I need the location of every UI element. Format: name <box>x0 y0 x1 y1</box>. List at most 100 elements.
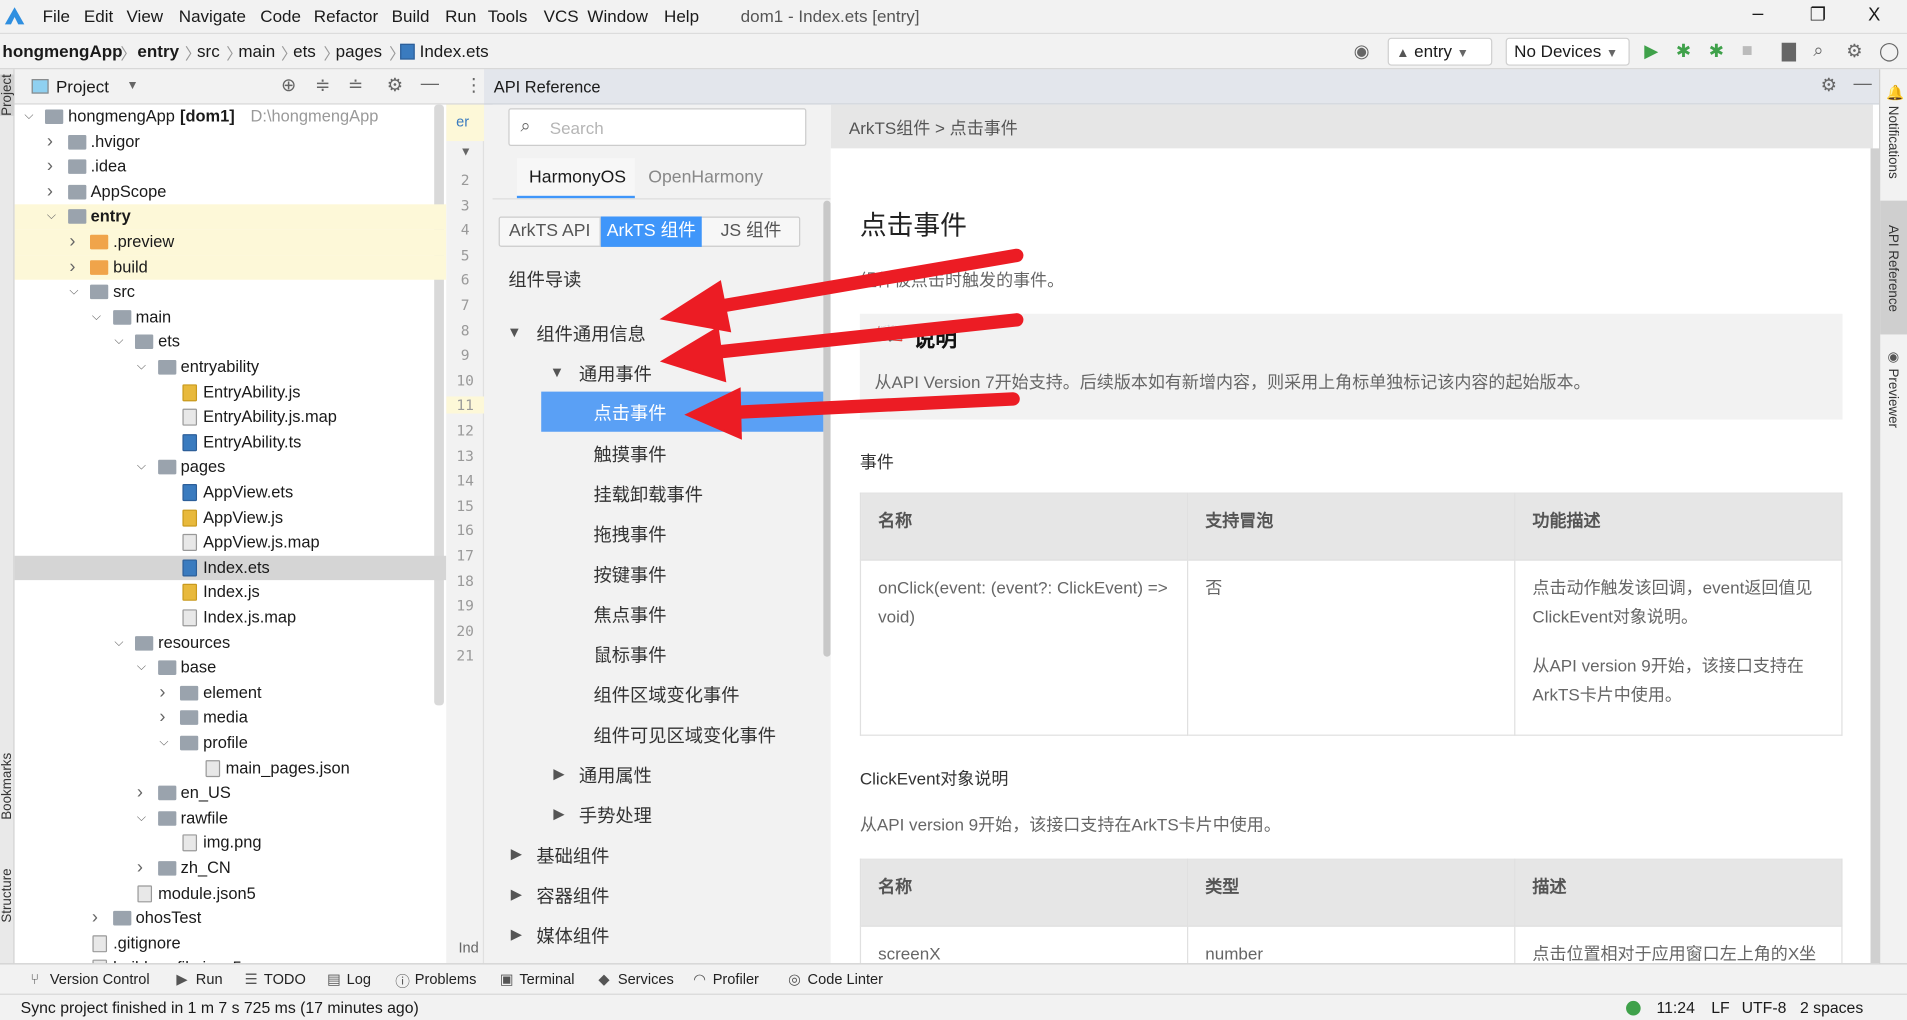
menu-view[interactable]: View <box>126 6 163 25</box>
notifications-tool-button[interactable]: Notifications <box>1885 106 1900 179</box>
tree-item[interactable]: › element <box>15 681 447 706</box>
api-reference-tool-button[interactable]: API Reference <box>1880 200 1907 335</box>
tree-item[interactable]: › media <box>15 706 447 731</box>
device-dropdown[interactable]: No Devices ▼ <box>1505 37 1630 66</box>
nav-event-item[interactable]: 组件区域变化事件 <box>594 682 740 708</box>
tree-item[interactable]: ⌵ base <box>15 656 447 681</box>
collapsed-triangle-icon[interactable]: ▶ <box>511 926 522 943</box>
menu-refactor[interactable]: Refactor <box>314 6 378 25</box>
gear-icon[interactable]: ⚙ <box>387 74 403 96</box>
nav-event-item[interactable]: 挂载卸载事件 <box>594 482 703 508</box>
tree-item[interactable]: main_pages.json <box>15 756 447 781</box>
tree-item[interactable]: build-profile.json5 <box>15 956 447 964</box>
chevron-down-icon[interactable]: ⌵ <box>114 631 126 656</box>
tool-tab-services[interactable]: Services <box>618 971 674 988</box>
tab-openharmony[interactable]: OpenHarmony <box>648 168 763 187</box>
tree-item[interactable]: AppView.js <box>15 505 447 530</box>
bookmarks-tool-button[interactable]: Bookmarks <box>0 753 15 820</box>
tool-tab-problems[interactable]: Problems <box>415 971 477 988</box>
segment-arkts-components[interactable]: ArkTS 组件 <box>600 216 702 247</box>
breadcrumb-item[interactable]: hongmengApp <box>2 41 122 60</box>
tree-item[interactable]: .gitignore <box>15 931 447 956</box>
status-message[interactable]: Sync project finished in 1 m 7 s 725 ms … <box>21 999 419 1017</box>
segment-arkts-api[interactable]: ArkTS API <box>500 217 601 246</box>
collapse-all-icon[interactable]: ≐ <box>348 74 363 96</box>
more-options-icon[interactable]: ⋮ <box>465 74 483 96</box>
tree-item[interactable]: ⌵ resources <box>15 631 447 656</box>
tree-item[interactable]: ⌵ rawfile <box>15 806 447 831</box>
tree-item[interactable]: Index.js.map <box>15 606 447 631</box>
tool-tab-terminal[interactable]: Terminal <box>519 971 574 988</box>
close-button[interactable]: X <box>1868 5 1880 26</box>
tree-item[interactable]: Index.js <box>15 581 447 606</box>
locate-icon[interactable]: ◉ <box>1354 40 1370 62</box>
menu-run[interactable]: Run <box>445 6 476 25</box>
menu-code[interactable]: Code <box>260 6 301 25</box>
chevron-down-icon[interactable]: ⌵ <box>159 731 171 756</box>
expanded-triangle-icon[interactable]: ▼ <box>507 324 521 341</box>
menu-navigate[interactable]: Navigate <box>179 6 246 25</box>
tree-item[interactable]: › .idea <box>15 155 447 180</box>
nav-event-item[interactable]: 鼠标事件 <box>594 642 667 668</box>
editor-tab-partial[interactable]: er <box>446 104 485 142</box>
project-view-selector[interactable]: Project <box>56 77 109 96</box>
tree-item[interactable]: AppView.js.map <box>15 530 447 555</box>
nav-component-guide[interactable]: 组件导读 <box>508 266 581 292</box>
nav-event-item[interactable]: 拖拽事件 <box>594 522 667 548</box>
chevron-right-icon[interactable]: › <box>159 681 171 706</box>
gear-icon[interactable]: ⚙ <box>1821 74 1837 96</box>
run-icon[interactable]: ▶ <box>1644 40 1658 62</box>
tree-item[interactable]: img.png <box>15 831 447 856</box>
chevron-down-icon[interactable]: ⌵ <box>137 806 149 831</box>
tool-tab-log[interactable]: Log <box>347 971 371 988</box>
structure-tool-button[interactable]: Structure <box>0 868 15 922</box>
hide-icon[interactable]: — <box>1853 73 1871 94</box>
nav-event-item[interactable]: 焦点事件 <box>594 602 667 628</box>
tree-item[interactable]: module.json5 <box>15 881 447 906</box>
tree-item[interactable]: ⌵ entryability <box>15 355 447 380</box>
tree-item[interactable]: ⌵ ets <box>15 330 447 355</box>
breadcrumb-item[interactable]: Index.ets <box>420 41 489 60</box>
nav-section[interactable]: 容器组件 <box>536 883 609 909</box>
hide-icon[interactable]: — <box>421 73 439 94</box>
chevron-right-icon[interactable]: › <box>137 856 149 881</box>
tool-tab-run[interactable]: Run <box>196 971 223 988</box>
chevron-down-icon[interactable]: ⌵ <box>24 105 36 130</box>
tree-item[interactable]: › zh_CN <box>15 856 447 881</box>
menu-vcs[interactable]: VCS <box>544 6 579 25</box>
nav-event-item[interactable]: 按键事件 <box>594 562 667 588</box>
tree-item[interactable]: ⌵ pages <box>15 455 447 480</box>
select-opened-file-icon[interactable]: ⊕ <box>281 74 296 96</box>
menu-build[interactable]: Build <box>392 6 430 25</box>
segment-js-components[interactable]: JS 组件 <box>702 218 801 246</box>
chevron-right-icon[interactable]: › <box>137 781 149 806</box>
tree-item[interactable]: Index.ets <box>14 555 447 581</box>
chevron-right-icon[interactable]: › <box>47 130 59 155</box>
tree-item[interactable]: › .hvigor <box>15 130 447 155</box>
previewer-tool-button[interactable]: Previewer <box>1885 369 1900 428</box>
tree-item[interactable]: ⌵ main <box>15 305 447 330</box>
project-tool-button[interactable]: Project <box>0 74 15 116</box>
tree-item[interactable]: ⌵ src <box>15 280 447 305</box>
tree-item[interactable]: ⌵ hongmengApp [dom1] D:\hongmengApp <box>15 105 447 130</box>
restore-button[interactable]: ❐ <box>1810 4 1826 26</box>
tree-item[interactable]: › build <box>14 254 447 280</box>
tool-tab-code-linter[interactable]: Code Linter <box>808 971 883 988</box>
chevron-down-icon[interactable]: ⌵ <box>137 656 149 681</box>
menu-tools[interactable]: Tools <box>488 6 528 25</box>
tree-item[interactable]: ⌵ entry <box>14 204 447 230</box>
breadcrumb-item[interactable]: main <box>238 41 275 60</box>
tree-item[interactable]: › AppScope <box>15 180 447 205</box>
search-icon[interactable]: ⌕ <box>1813 40 1823 61</box>
file-encoding[interactable]: UTF-8 <box>1742 999 1787 1017</box>
tree-item[interactable]: › en_US <box>15 781 447 806</box>
nav-event-item[interactable]: 组件可见区域变化事件 <box>594 722 776 748</box>
nav-sub-section[interactable]: 通用属性 <box>579 763 652 789</box>
chevron-right-icon[interactable]: › <box>47 155 59 180</box>
chevron-down-icon[interactable]: ⌵ <box>114 330 126 355</box>
line-separator[interactable]: LF <box>1711 999 1729 1017</box>
indent-setting[interactable]: 2 spaces <box>1800 999 1863 1017</box>
nav-section[interactable]: 媒体组件 <box>536 923 609 949</box>
nav-click-event-selected[interactable]: 点击事件 <box>541 391 824 432</box>
tool-tab-profiler[interactable]: Profiler <box>713 971 759 988</box>
